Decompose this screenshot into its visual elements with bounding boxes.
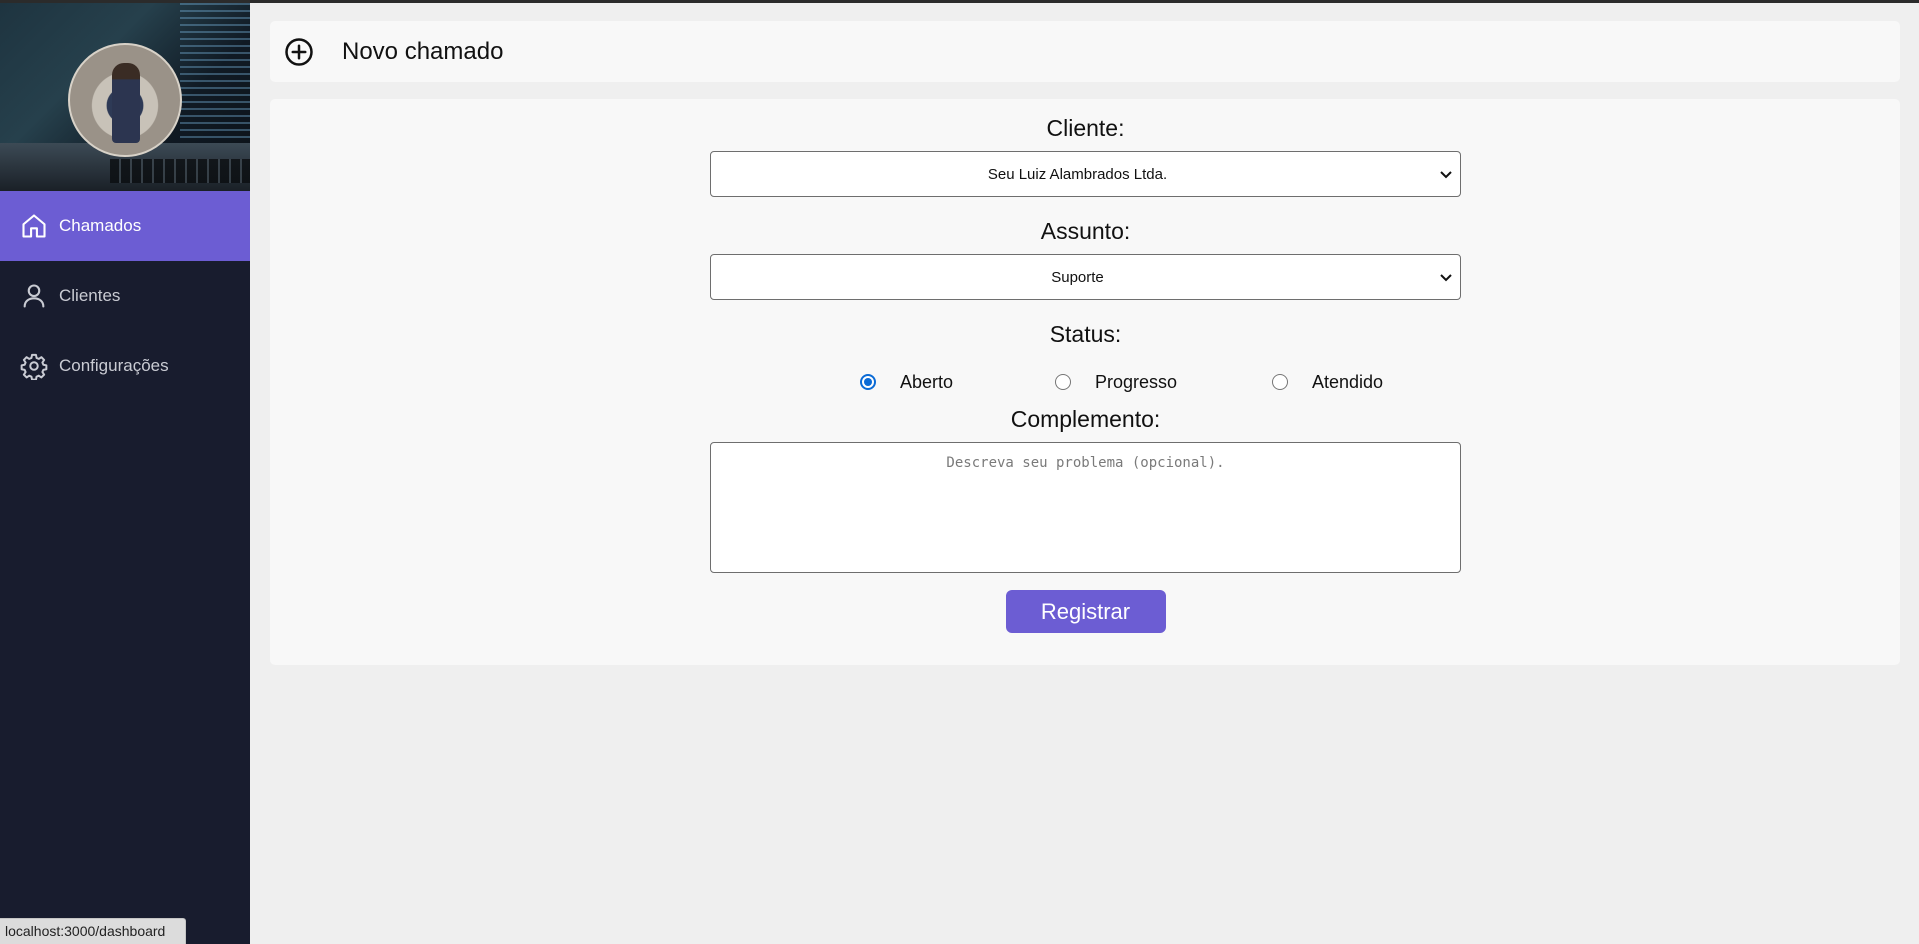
browser-status-url: localhost:3000/dashboard [0, 918, 186, 944]
chevron-down-icon [1440, 274, 1452, 282]
assunto-select-value: Suporte [1051, 268, 1104, 286]
sidebar-item-label: Chamados [59, 216, 142, 235]
status-label: Status: [1049, 321, 1122, 347]
status-option-progresso[interactable]: Progresso [1055, 372, 1177, 393]
user-icon [23, 284, 45, 308]
radio-aberto[interactable] [860, 374, 876, 390]
plus-circle-icon [285, 37, 313, 66]
window-top-border [0, 0, 1919, 3]
register-button[interactable]: Registrar [1005, 590, 1166, 633]
chevron-down-icon [1440, 171, 1452, 179]
sidebar-item-clientes[interactable]: Clientes [0, 261, 250, 331]
sidebar-item-chamados[interactable]: Chamados [0, 191, 250, 261]
radio-progresso[interactable] [1055, 374, 1071, 390]
home-icon [22, 214, 46, 238]
gear-icon [20, 353, 48, 380]
radio-label: Aberto [900, 371, 954, 392]
sidebar-item-configuracoes[interactable]: Configurações [0, 331, 250, 401]
status-option-aberto[interactable]: Aberto [860, 372, 953, 393]
cliente-select[interactable]: Seu Luiz Alambrados Ltda. [710, 151, 1461, 197]
radio-label: Atendido [1312, 371, 1384, 392]
cliente-select-value: Seu Luiz Alambrados Ltda. [987, 165, 1168, 183]
cliente-label: Cliente: [1046, 115, 1125, 141]
status-radio-group: Aberto Progresso Atendido [710, 366, 1461, 398]
new-ticket-panel: Cliente: Seu Luiz Alambrados Ltda. Assun… [270, 99, 1900, 665]
radio-atendido[interactable] [1272, 374, 1288, 390]
complemento-textarea[interactable]: Descreva seu problema (opcional). [710, 442, 1461, 573]
avatar[interactable] [68, 43, 182, 157]
new-ticket-form: Cliente: Seu Luiz Alambrados Ltda. Assun… [710, 99, 1461, 633]
radio-label: Progresso [1095, 371, 1178, 392]
profile-banner [0, 3, 250, 191]
assunto-select[interactable]: Suporte [710, 254, 1461, 300]
sidebar-item-label: Clientes [59, 286, 121, 305]
complemento-placeholder: Descreva seu problema (opcional). [946, 455, 1225, 471]
banner-code-background [180, 3, 250, 153]
avatar-photo [112, 63, 140, 143]
page-header: Novo chamado [270, 21, 1900, 82]
status-option-atendido[interactable]: Atendido [1272, 372, 1383, 393]
sidebar-item-label: Configurações [59, 356, 169, 375]
complemento-label: Complemento: [1010, 406, 1161, 432]
sidebar: Chamados Clientes Configurações [0, 3, 250, 944]
page-title: Novo chamado [342, 37, 504, 65]
assunto-label: Assunto: [1040, 218, 1131, 244]
